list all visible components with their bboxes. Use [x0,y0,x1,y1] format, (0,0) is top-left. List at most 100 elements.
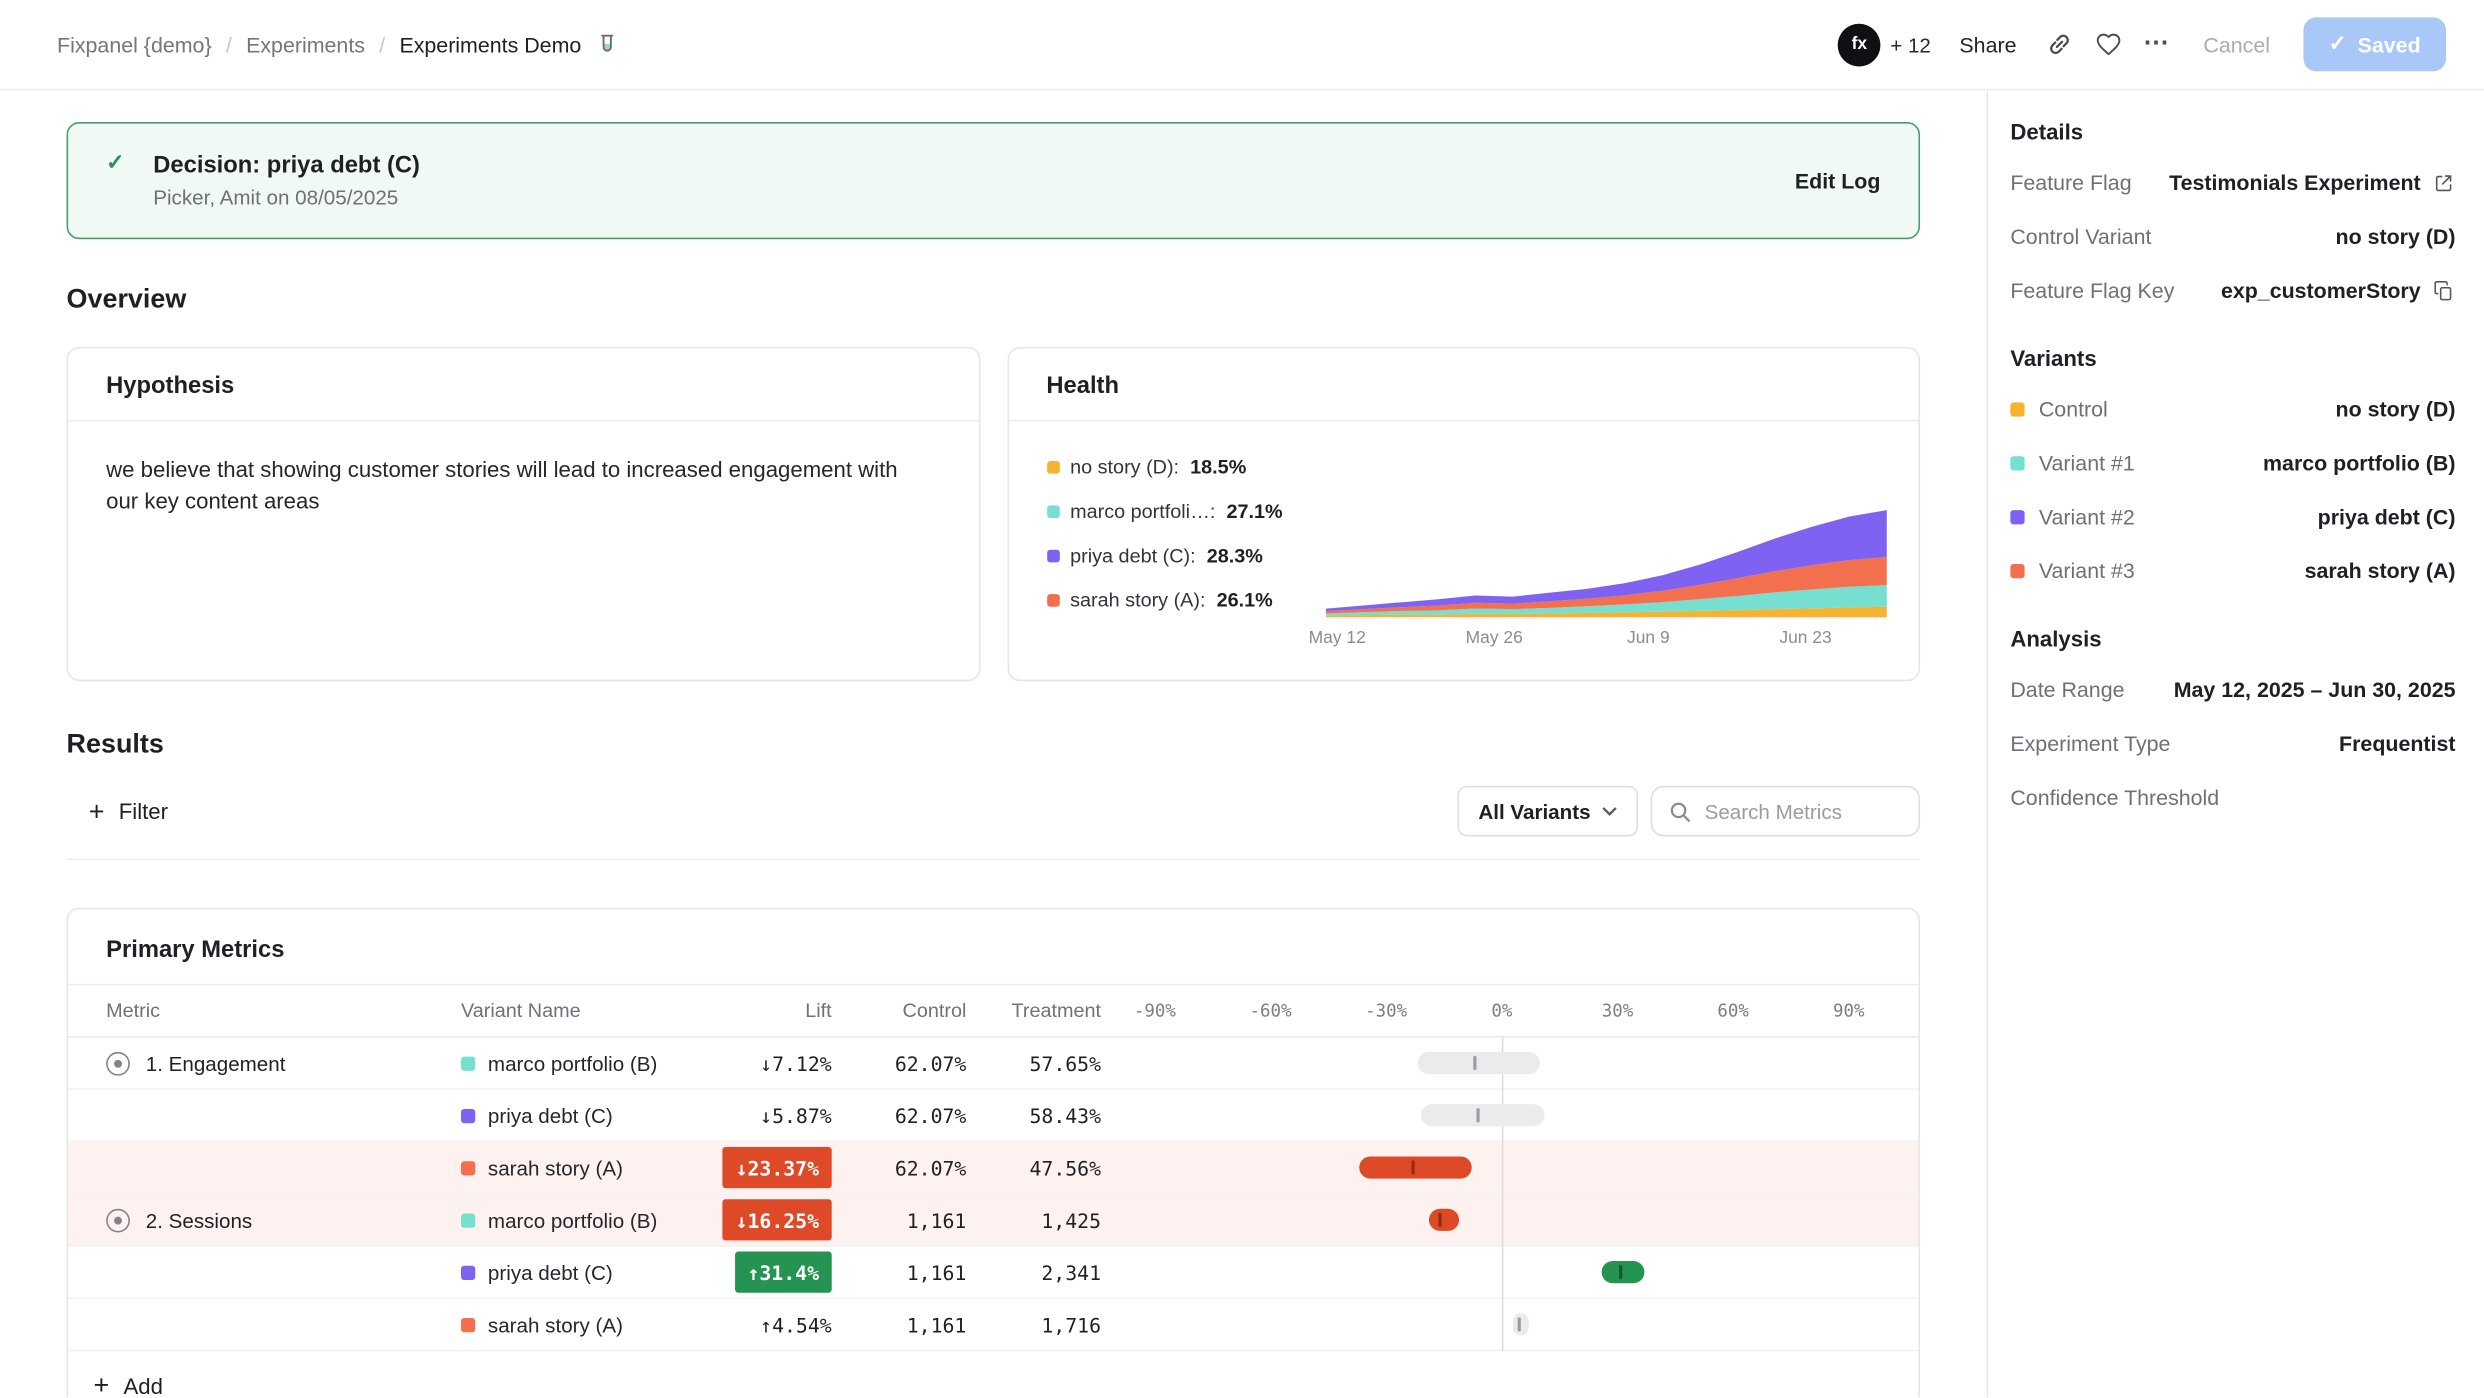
health-card-title: Health [1008,349,1918,422]
saved-button[interactable]: ✓ Saved [2303,17,2446,71]
lift-cell: ↑4.54% [699,1313,842,1337]
legend-item: priya debt (C): 28.3% [1046,545,1310,567]
svg-text:May 12: May 12 [1309,627,1366,647]
detail-row: Feature Flag Keyexp_customerStory [2010,279,2455,303]
filter-button[interactable]: + Filter [67,798,168,825]
column-header-control: Control [841,1000,976,1022]
health-chart-svg: May 12May 26Jun 9Jun 23 [1326,497,1887,655]
variant-swatch [2010,564,2024,578]
avatar[interactable]: fx [1838,23,1881,66]
confidence-interval-cell [1111,1038,1919,1089]
column-header-metric: Metric [68,1000,461,1022]
health-card: Health no story (D): 18.5%marco portfoli… [1007,347,1920,681]
health-chart: May 12May 26Jun 9Jun 23 [1310,440,1887,662]
variants-heading: Variants [2010,345,2455,370]
add-metric-button[interactable]: + Add [68,1351,1918,1397]
decision-title: Decision: priya debt (C) [153,152,420,179]
right-sidebar: Details Feature FlagTestimonials Experim… [1987,90,2484,1397]
variant-swatch [461,1213,475,1227]
more-options-icon[interactable]: ⋯ [2143,32,2170,57]
external-link-button[interactable] [2432,171,2456,195]
mean-tick [1473,1056,1476,1070]
analysis-section: Analysis Date RangeMay 12, 2025 – Jun 30… [2010,626,2455,810]
metric-target-icon [106,1208,130,1232]
table-row[interactable]: sarah story (A)↑4.54%1,1611,716 [68,1299,1918,1351]
axis-tick-label: 60% [1717,1000,1748,1021]
variant-cell: marco portfolio (B) [461,1051,699,1075]
metrics-table-header: Metric Variant Name Lift Control Treatme… [68,985,1918,1037]
variant-row: Controlno story (D) [2010,398,2455,422]
hypothesis-card: Hypothesis we believe that showing custo… [67,347,980,681]
legend-swatch [1046,461,1059,474]
variant-swatch [461,1317,475,1331]
favorite-heart-icon[interactable] [2094,30,2123,59]
confidence-interval-bar [1602,1261,1644,1283]
variant-swatch [461,1108,475,1122]
treatment-cell: 47.56% [976,1156,1111,1180]
search-box[interactable] [1651,786,1920,837]
variant-swatch [2010,402,2024,416]
breadcrumb-separator: / [379,32,385,56]
axis-ticks: -90%-60%-30%0%30%60%90% [1111,985,1919,1036]
treatment-cell: 2,341 [976,1260,1111,1284]
breadcrumb-item-project[interactable]: Fixpanel {demo} [57,32,212,56]
lift-cell: ↓23.37% [699,1147,842,1188]
treatment-cell: 58.43% [976,1103,1111,1127]
variant-swatch [461,1160,475,1174]
cancel-button[interactable]: Cancel [2203,32,2270,56]
hypothesis-card-title: Hypothesis [68,349,978,422]
share-button[interactable]: Share [1959,32,2016,56]
breadcrumb-item-experiments[interactable]: Experiments [246,32,365,56]
axis-tick-label: 30% [1602,1000,1633,1021]
control-cell: 62.07% [841,1156,976,1180]
health-legend: no story (D): 18.5%marco portfoli…: 27.1… [1046,456,1310,662]
top-bar: Fixpanel {demo} / Experiments / Experime… [0,0,2484,90]
search-icon [1668,799,1692,823]
column-header-lift: Lift [699,1000,842,1022]
variant-cell: priya debt (C) [461,1103,699,1127]
edit-log-button[interactable]: Edit Log [1795,169,1881,193]
main-content: ✓ Decision: priya debt (C) Picker, Amit … [0,90,1987,1397]
metric-cell: 1. Engagement [68,1051,461,1075]
breadcrumb-item-current[interactable]: Experiments Demo [399,32,581,56]
confidence-interval-bar [1513,1313,1528,1335]
table-row[interactable]: priya debt (C)↓5.87%62.07%58.43% [68,1090,1918,1142]
lift-cell: ↑31.4% [699,1252,842,1293]
variant-swatch [461,1056,475,1070]
svg-text:Jun 9: Jun 9 [1627,627,1670,647]
treatment-cell: 1,716 [976,1313,1111,1337]
table-row[interactable]: priya debt (C)↑31.4%1,1612,341 [68,1247,1918,1299]
axis-tick-label: -30% [1365,1000,1407,1021]
copy-link-icon[interactable] [2045,30,2074,59]
detail-row: Feature FlagTestimonials Experiment [2010,171,2455,195]
control-cell: 1,161 [841,1208,976,1232]
metrics-table-body: 1. Engagementmarco portfolio (B)↓7.12%62… [68,1038,1918,1352]
analysis-row: Experiment TypeFrequentist [2010,732,2455,756]
mean-tick [1439,1213,1442,1227]
mean-tick [1477,1108,1480,1122]
control-cell: 62.07% [841,1103,976,1127]
column-header-treatment: Treatment [976,1000,1111,1022]
search-input[interactable] [1705,799,1903,823]
hypothesis-text: we believe that showing customer stories… [68,421,965,549]
confidence-interval-cell [1111,1299,1919,1350]
variants-dropdown[interactable]: All Variants [1458,786,1638,837]
confidence-interval-bar [1417,1052,1540,1074]
confidence-interval-cell [1111,1247,1919,1298]
primary-metrics-title: Primary Metrics [68,909,1918,985]
metric-cell: 2. Sessions [68,1208,461,1232]
confidence-interval-bar [1429,1209,1460,1231]
variant-row: Variant #2priya debt (C) [2010,505,2455,529]
variant-cell: sarah story (A) [461,1156,699,1180]
axis-tick-label: 90% [1833,1000,1864,1021]
variants-rows: Controlno story (D)Variant #1marco portf… [2010,398,2455,583]
copy-button[interactable] [2432,279,2456,303]
table-row[interactable]: sarah story (A)↓23.37%62.07%47.56% [68,1142,1918,1194]
table-row[interactable]: 2. Sessionsmarco portfolio (B)↓16.25%1,1… [68,1194,1918,1246]
check-icon: ✓ [106,149,125,176]
collaborators-count[interactable]: + 12 [1890,32,1931,56]
table-row[interactable]: 1. Engagementmarco portfolio (B)↓7.12%62… [68,1038,1918,1090]
chevron-down-icon [1602,806,1618,816]
treatment-cell: 1,425 [976,1208,1111,1232]
primary-metrics-card: Primary Metrics Metric Variant Name Lift… [67,908,1921,1398]
